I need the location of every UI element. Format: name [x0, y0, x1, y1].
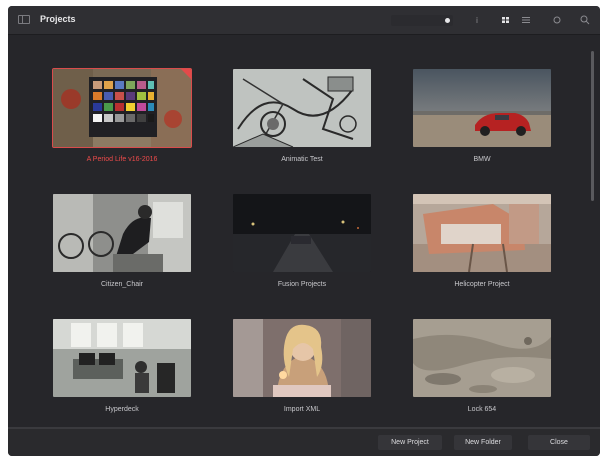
info-icon[interactable]: i	[471, 14, 483, 26]
project-thumbnail-lock-654[interactable]	[413, 319, 551, 397]
search-icon[interactable]	[579, 14, 591, 26]
grid-view-icon[interactable]	[500, 14, 512, 26]
sidebar-toggle-icon[interactable]	[18, 15, 30, 24]
new-folder-button[interactable]: New Folder	[454, 435, 512, 450]
project-label-fusion-projects: Fusion Projects	[277, 281, 327, 288]
project-label-helicopter-project: Helicopter Project	[454, 281, 510, 288]
close-button[interactable]: Close	[528, 435, 590, 450]
project-label-a-period-life: A Period Life v16-2016	[86, 156, 158, 163]
vertical-scrollbar[interactable]	[591, 51, 594, 201]
list-view-icon[interactable]	[520, 14, 532, 26]
project-manager-window: Projects i A Period Life v16-2016 Animat…	[8, 6, 600, 456]
page-title: Projects	[40, 14, 76, 24]
project-label-bmw: BMW	[473, 156, 491, 163]
project-grid: A Period Life v16-2016 Animatic Test BMW…	[8, 35, 600, 427]
footer-bar: New Project New Folder Close	[8, 429, 600, 456]
project-thumbnail-hyperdeck[interactable]	[53, 319, 191, 397]
sort-dropdown-icon	[445, 18, 450, 23]
new-project-button[interactable]: New Project	[378, 435, 442, 450]
project-thumbnail-fusion-projects[interactable]	[233, 194, 371, 272]
project-thumbnail-animatic-test[interactable]	[233, 69, 371, 147]
svg-text:i: i	[476, 16, 478, 25]
settings-icon[interactable]	[551, 14, 563, 26]
project-label-citizen-chair: Citizen_Chair	[100, 281, 144, 288]
title-bar: Projects i	[8, 6, 600, 35]
project-thumbnail-helicopter-project[interactable]	[413, 194, 551, 272]
project-label-import-xml: Import XML	[283, 406, 321, 413]
project-label-lock-654: Lock 654	[467, 406, 497, 413]
project-label-animatic-test: Animatic Test	[281, 156, 323, 163]
sort-dropdown[interactable]	[391, 15, 453, 26]
project-thumbnail-bmw[interactable]	[413, 69, 551, 147]
project-thumbnail-citizen-chair[interactable]	[53, 194, 191, 272]
project-thumbnail-import-xml[interactable]	[233, 319, 371, 397]
project-label-hyperdeck: Hyperdeck	[105, 406, 139, 413]
project-thumbnail-a-period-life[interactable]	[53, 69, 191, 147]
